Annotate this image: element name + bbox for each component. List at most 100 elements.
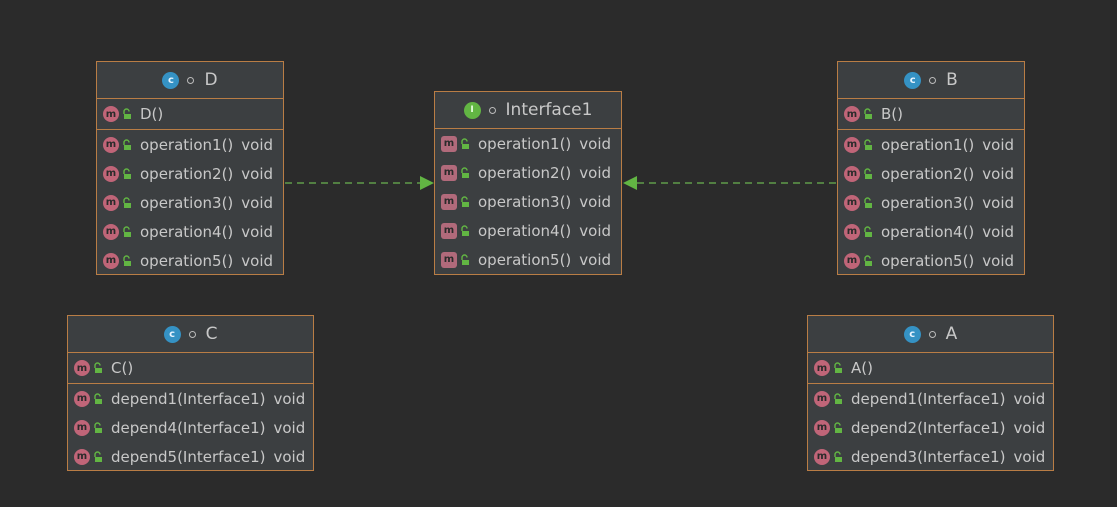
public-lock-icon bbox=[460, 224, 470, 237]
class-a-methods: depend1(Interface1) void depend2(Interfac… bbox=[808, 384, 1053, 471]
public-lock-icon bbox=[863, 167, 873, 180]
member-name: depend3(Interface1) bbox=[851, 447, 1006, 466]
method-icon bbox=[844, 194, 860, 211]
class-c-node[interactable]: C C() depend1(Interface1) void depend4(In… bbox=[67, 315, 314, 471]
member-name: operation1() bbox=[140, 135, 234, 154]
member-row[interactable]: depend2(Interface1) void bbox=[808, 413, 1053, 442]
public-lock-icon bbox=[122, 167, 132, 180]
member-row[interactable]: operation2() void bbox=[435, 158, 621, 187]
class-d-methods: operation1() void operation2() void operat… bbox=[97, 130, 283, 275]
edge-b-implements-interface1[interactable] bbox=[623, 176, 836, 190]
member-row[interactable]: depend5(Interface1) void bbox=[68, 442, 313, 471]
member-row[interactable]: operation4() void bbox=[435, 216, 621, 245]
member-type: void bbox=[982, 251, 1015, 270]
abstract-method-icon bbox=[441, 164, 457, 181]
member-row[interactable]: operation1() void bbox=[838, 130, 1024, 159]
class-icon bbox=[903, 325, 921, 343]
member-row[interactable]: operation3() void bbox=[838, 188, 1024, 217]
method-icon bbox=[103, 194, 119, 211]
member-type: void bbox=[982, 164, 1015, 183]
public-lock-icon bbox=[460, 253, 470, 266]
method-icon bbox=[103, 223, 119, 240]
public-lock-icon bbox=[833, 450, 843, 463]
member-name: operation1() bbox=[881, 135, 975, 154]
member-row[interactable]: operation1() void bbox=[435, 129, 621, 158]
visibility-icon bbox=[188, 330, 196, 338]
interface1-node[interactable]: Interface1 operation1() void operation2()… bbox=[434, 91, 622, 275]
member-type: void bbox=[241, 135, 274, 154]
member-row[interactable]: operation3() void bbox=[97, 188, 283, 217]
method-icon bbox=[814, 360, 830, 376]
class-d-title: D bbox=[204, 70, 218, 90]
member-name: operation5() bbox=[478, 250, 572, 269]
member-row[interactable]: operation5() void bbox=[838, 246, 1024, 275]
member-type: void bbox=[273, 418, 306, 437]
member-name: operation2() bbox=[140, 164, 234, 183]
class-b-node[interactable]: B B() operation1() void operation2() void … bbox=[837, 61, 1025, 275]
member-name: A() bbox=[851, 359, 873, 377]
member-row[interactable]: A() bbox=[808, 353, 1053, 383]
class-b-header[interactable]: B bbox=[838, 62, 1024, 99]
member-row[interactable]: operation5() void bbox=[97, 246, 283, 275]
member-name: D() bbox=[140, 105, 164, 123]
public-lock-icon bbox=[122, 225, 132, 238]
public-lock-icon bbox=[122, 108, 132, 120]
class-a-header[interactable]: A bbox=[808, 316, 1053, 353]
abstract-method-icon bbox=[441, 251, 457, 268]
interface-icon bbox=[463, 101, 481, 119]
member-name: operation3() bbox=[881, 193, 975, 212]
member-row[interactable]: depend1(Interface1) void bbox=[808, 384, 1053, 413]
public-lock-icon bbox=[833, 421, 843, 434]
public-lock-icon bbox=[460, 137, 470, 150]
member-row[interactable]: operation1() void bbox=[97, 130, 283, 159]
member-row[interactable]: depend1(Interface1) void bbox=[68, 384, 313, 413]
method-icon bbox=[103, 165, 119, 182]
member-row[interactable]: operation2() void bbox=[838, 159, 1024, 188]
method-icon bbox=[814, 390, 830, 407]
method-icon bbox=[844, 136, 860, 153]
class-d-constructors: D() bbox=[97, 99, 283, 130]
public-lock-icon bbox=[833, 362, 843, 374]
member-name: operation2() bbox=[881, 164, 975, 183]
public-lock-icon bbox=[460, 166, 470, 179]
class-b-constructors: B() bbox=[838, 99, 1024, 130]
member-row[interactable]: operation2() void bbox=[97, 159, 283, 188]
member-name: depend2(Interface1) bbox=[851, 418, 1006, 437]
uml-class-diagram: D D() operation1() void operation2() void … bbox=[0, 0, 1117, 507]
member-type: void bbox=[1013, 447, 1046, 466]
public-lock-icon bbox=[863, 225, 873, 238]
member-type: void bbox=[579, 192, 612, 211]
method-icon bbox=[844, 252, 860, 269]
member-row[interactable]: operation4() void bbox=[838, 217, 1024, 246]
member-row[interactable]: depend3(Interface1) void bbox=[808, 442, 1053, 471]
method-icon bbox=[74, 390, 90, 407]
method-icon bbox=[74, 360, 90, 376]
member-row[interactable]: operation4() void bbox=[97, 217, 283, 246]
member-row[interactable]: B() bbox=[838, 99, 1024, 129]
member-row[interactable]: C() bbox=[68, 353, 313, 383]
member-name: operation3() bbox=[140, 193, 234, 212]
method-icon bbox=[844, 165, 860, 182]
member-row[interactable]: D() bbox=[97, 99, 283, 129]
edge-d-implements-interface1[interactable] bbox=[285, 176, 434, 190]
member-type: void bbox=[241, 222, 274, 241]
class-a-node[interactable]: A A() depend1(Interface1) void depend2(In… bbox=[807, 315, 1054, 471]
class-b-title: B bbox=[946, 70, 958, 90]
member-row[interactable]: operation3() void bbox=[435, 187, 621, 216]
class-d-node[interactable]: D D() operation1() void operation2() void … bbox=[96, 61, 284, 275]
member-row[interactable]: depend4(Interface1) void bbox=[68, 413, 313, 442]
abstract-method-icon bbox=[441, 222, 457, 239]
member-type: void bbox=[982, 222, 1015, 241]
member-type: void bbox=[579, 134, 612, 153]
class-c-header[interactable]: C bbox=[68, 316, 313, 353]
public-lock-icon bbox=[863, 138, 873, 151]
class-d-header[interactable]: D bbox=[97, 62, 283, 99]
member-type: void bbox=[579, 250, 612, 269]
member-type: void bbox=[241, 164, 274, 183]
method-icon bbox=[844, 223, 860, 240]
interface1-header[interactable]: Interface1 bbox=[435, 92, 621, 129]
member-name: operation4() bbox=[140, 222, 234, 241]
public-lock-icon bbox=[863, 254, 873, 267]
member-row[interactable]: operation5() void bbox=[435, 245, 621, 274]
member-name: C() bbox=[111, 359, 134, 377]
